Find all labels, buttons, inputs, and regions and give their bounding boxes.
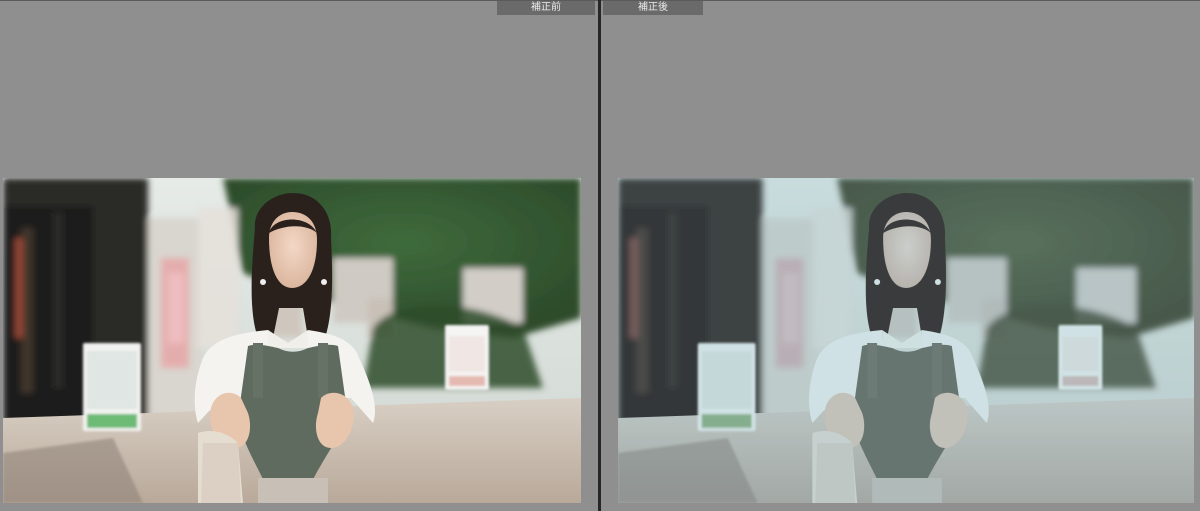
after-pane: 補正後 — [601, 0, 1200, 511]
after-photo — [618, 178, 1194, 503]
before-photo — [3, 178, 581, 503]
compare-viewer: 補正前 補正後 — [0, 0, 1200, 511]
portrait-scene-before — [3, 178, 581, 503]
before-pane: 補正前 — [0, 0, 598, 511]
portrait-scene-after — [618, 178, 1194, 503]
before-label-tab[interactable]: 補正前 — [497, 1, 595, 15]
after-label-tab[interactable]: 補正後 — [603, 1, 703, 15]
